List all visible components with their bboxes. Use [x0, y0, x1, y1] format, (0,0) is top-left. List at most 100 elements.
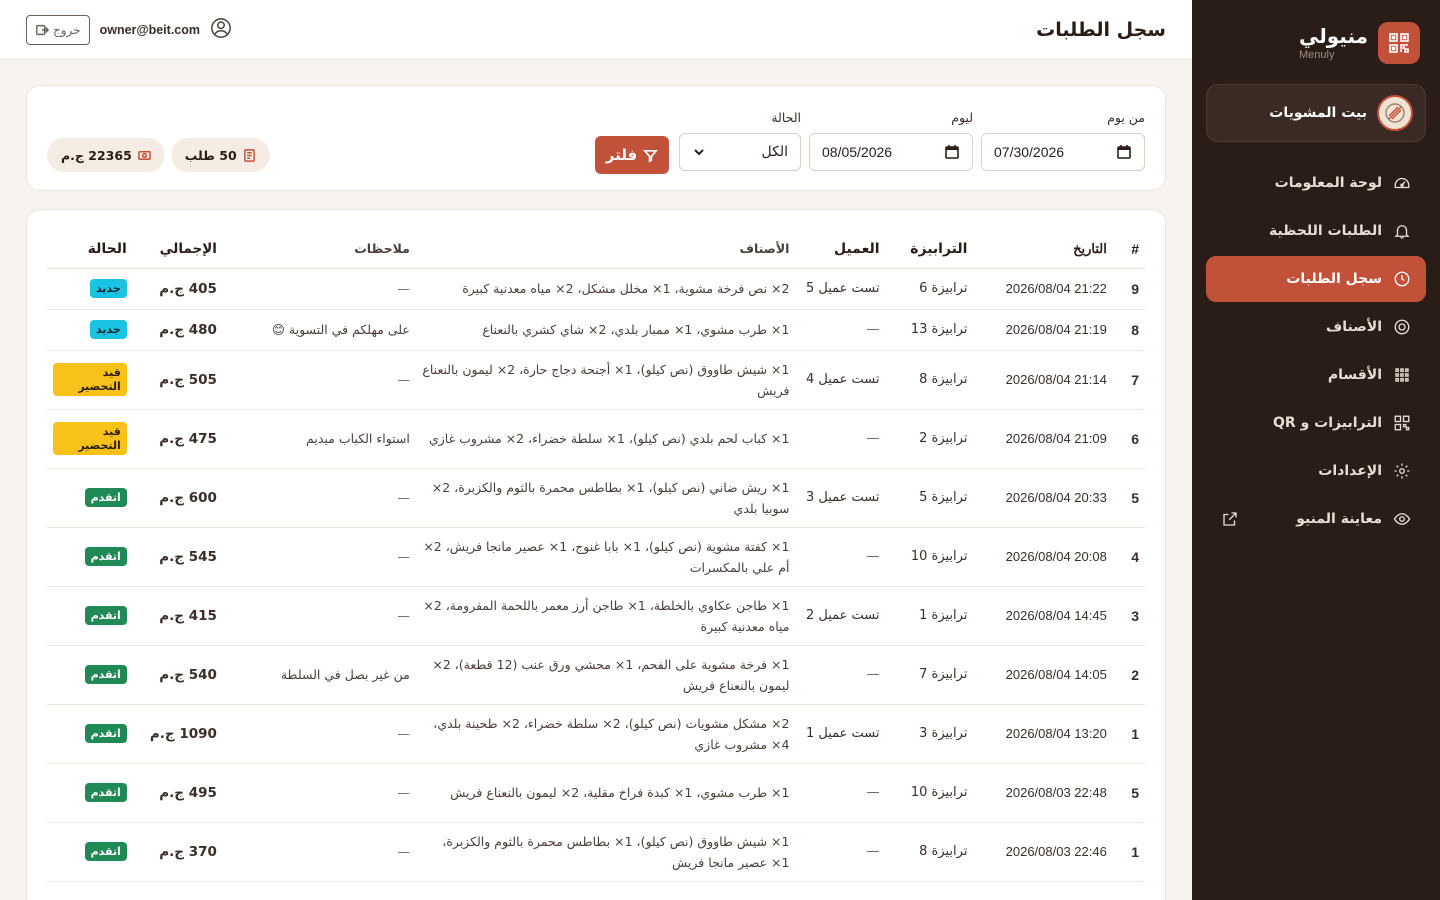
brand-name: منيولي [1299, 23, 1368, 48]
qr-logo-icon [1378, 22, 1420, 64]
order-customer [795, 881, 886, 900]
clock-icon [1392, 269, 1412, 289]
order-status-cell: اتقدم [47, 704, 133, 764]
logout-icon [36, 24, 49, 35]
order-customer: تست عميل 4 [795, 350, 886, 410]
filter-button[interactable]: فلتر [595, 136, 669, 174]
stats: 22365 ج.م 50 طلب [47, 138, 270, 172]
table-row[interactable]: 5 2026/08/03 22:48 ترابيزة 10—1× طرب مشوي،… [47, 763, 1145, 823]
order-status-cell: اتقدم [47, 645, 133, 705]
calendar-icon[interactable] [1116, 144, 1132, 160]
sidebar-item-label: الأصناف [1326, 319, 1382, 335]
restaurant-switcher[interactable]: بيت المشويات [1206, 84, 1426, 142]
order-total [132, 881, 223, 900]
table-row[interactable]: 2× كفتة مشوية (نص كيلو)، 1× بابا غنوج، 2… [47, 881, 1145, 900]
restaurant-logo-icon [1377, 95, 1413, 131]
table-header-row: # التاريخ الترابيزة العميل الأصناف ملاحظ… [47, 230, 1145, 269]
order-notes: — [222, 763, 416, 823]
gauge-icon [1392, 173, 1412, 193]
order-table: ترابيزة 6 [885, 268, 974, 310]
from-date-value: 07/30/2026 [994, 144, 1065, 160]
restaurant-name: بيت المشويات [1269, 105, 1367, 121]
order-date: 2026/08/04 20:33 [973, 468, 1113, 528]
logout-button[interactable]: خروج [26, 14, 90, 45]
table-row[interactable]: 4 2026/08/04 20:08 ترابيزة 10—1× كفتة مشوي… [47, 527, 1145, 587]
order-notes: من غير بصل في السلطة [222, 645, 416, 705]
status-select-value: الكل [761, 144, 789, 160]
table-row[interactable]: 3 2026/08/04 14:45 ترابيزة 1 تست عميل 2 1× ط… [47, 586, 1145, 646]
order-notes: — [222, 704, 416, 764]
table-row[interactable]: 8 2026/08/04 21:19 ترابيزة 13—1× طرب مشوي،… [47, 309, 1145, 351]
sidebar-item-label: الطلبات اللحظية [1268, 223, 1382, 239]
status-badge: جديد [90, 319, 127, 340]
order-status-cell: اتقدم [47, 527, 133, 587]
gear-icon [1392, 461, 1412, 481]
table-row[interactable]: 1 2026/08/03 22:46 ترابيزة 8—1× شيش طاووق … [47, 822, 1145, 882]
order-customer: — [795, 822, 886, 882]
order-date: 2026/08/04 21:19 [973, 309, 1113, 351]
order-number: 9 [1112, 268, 1145, 310]
order-notes: على مهلكم في التسوية 😊 [222, 309, 416, 351]
status-badge: جديد [90, 278, 127, 299]
order-customer: — [795, 527, 886, 587]
sidebar-item-dashboard[interactable]: لوحة المعلومات [1206, 160, 1426, 206]
calendar-icon[interactable] [944, 144, 960, 160]
sidebar-item-label: لوحة المعلومات [1274, 175, 1382, 191]
table-row[interactable]: 2 2026/08/04 14:05 ترابيزة 7—1× فرخة مشوية… [47, 645, 1145, 705]
user-avatar-icon[interactable] [210, 17, 232, 43]
orders-table-card: # التاريخ الترابيزة العميل الأصناف ملاحظ… [26, 209, 1166, 900]
table-row[interactable]: 5 2026/08/04 20:33 ترابيزة 5 تست عميل 3 1× ر… [47, 468, 1145, 528]
order-items: 1× طرب مشوي، 1× ممبار بلدي، 2× شاي كشري … [415, 309, 796, 351]
user-area: خروج owner@beit.com [26, 14, 232, 45]
order-status-cell: اتقدم [47, 468, 133, 528]
order-table: ترابيزة 13 [885, 309, 974, 351]
sidebar-item-settings[interactable]: الإعدادات [1206, 448, 1426, 494]
status-badge: اتقدم [84, 487, 127, 508]
order-date: 2026/08/04 21:09 [973, 409, 1113, 469]
order-number: 1 [1112, 704, 1145, 764]
sidebar-item-live-orders[interactable]: الطلبات اللحظية [1206, 208, 1426, 254]
header-total: الإجمالي [132, 230, 223, 269]
status-badge: اتقدم [84, 546, 127, 567]
table-row[interactable]: 6 2026/08/04 21:09 ترابيزة 2—1× كباب لحم ب… [47, 409, 1145, 469]
status-select[interactable]: الكل [679, 133, 801, 171]
to-date-input[interactable]: 08/05/2026 [809, 133, 973, 171]
order-notes: — [222, 822, 416, 882]
order-number: 6 [1112, 409, 1145, 469]
table-row[interactable]: 7 2026/08/04 21:14 ترابيزة 8 تست عميل 4 1× ش… [47, 350, 1145, 410]
order-notes: استواء الكباب ميديم [222, 409, 416, 469]
order-date: 2026/08/04 21:22 [973, 268, 1113, 310]
order-date: 2026/08/03 22:46 [973, 822, 1113, 882]
table-row[interactable]: 1 2026/08/04 13:20 ترابيزة 3 تست عميل 1 2× م… [47, 704, 1145, 764]
sidebar-item-label: الأقسام [1327, 367, 1382, 383]
order-number: 3 [1112, 586, 1145, 646]
from-date-label: من يوم [1107, 110, 1145, 125]
status-label: الحالة [771, 110, 801, 125]
order-table: ترابيزة 2 [885, 409, 974, 469]
order-table: ترابيزة 10 [885, 527, 974, 587]
sidebar-item-items[interactable]: الأصناف [1206, 304, 1426, 350]
sidebar-item-menu-preview[interactable]: معاينة المنيو [1206, 496, 1426, 542]
funnel-icon [643, 149, 659, 162]
table-row[interactable]: 9 2026/08/04 21:22 ترابيزة 6 تست عميل 5 2× ن… [47, 268, 1145, 310]
order-items: 1× شيش طاووق (نص كيلو)، 1× أجنحة دجاج حا… [415, 350, 796, 410]
order-number: 8 [1112, 309, 1145, 351]
eye-icon [1392, 509, 1412, 529]
sidebar-item-label: الترابيزات و QR [1273, 415, 1382, 431]
order-status-cell: اتقدم [47, 586, 133, 646]
sidebar-item-categories[interactable]: الأقسام [1206, 352, 1426, 398]
header-date: التاريخ [973, 230, 1113, 269]
order-total: 475 ج.م [132, 409, 223, 469]
order-date: 2026/08/03 22:48 [973, 763, 1113, 823]
from-date-input[interactable]: 07/30/2026 [981, 133, 1145, 171]
order-notes: — [222, 350, 416, 410]
sidebar-item-tables-qr[interactable]: الترابيزات و QR [1206, 400, 1426, 446]
topbar: سجل الطلبات خروج owner@beit.com [0, 0, 1192, 60]
grid-icon [1392, 365, 1412, 385]
order-status-cell: جديد [47, 268, 133, 310]
order-number: 7 [1112, 350, 1145, 410]
logout-label: خروج [53, 22, 81, 37]
to-date-label: ليوم [951, 110, 973, 125]
filter-button-label: فلتر [605, 146, 638, 164]
sidebar-item-order-history[interactable]: سجل الطلبات [1206, 256, 1426, 302]
